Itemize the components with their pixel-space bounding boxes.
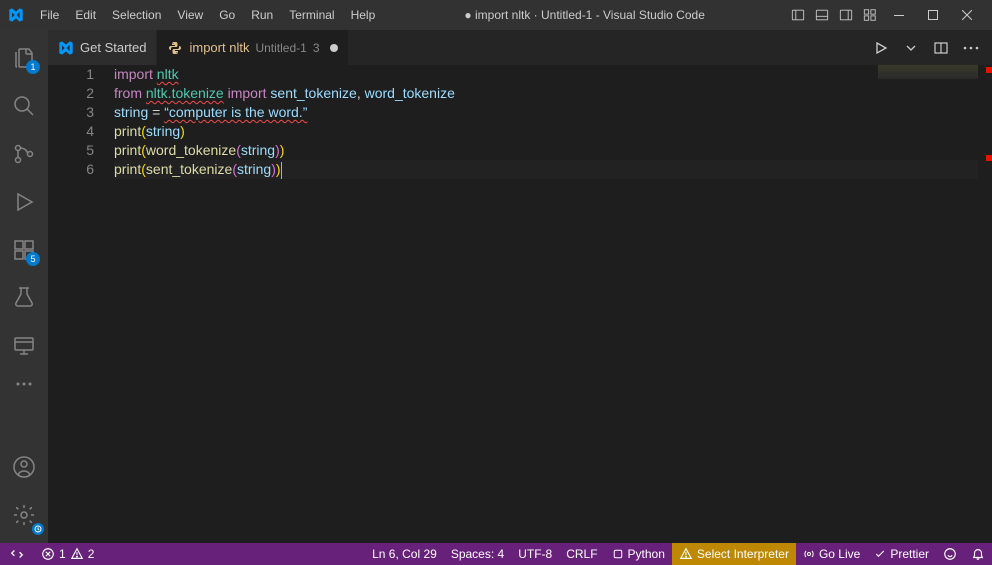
tab-get-started-label: Get Started: [80, 40, 146, 55]
window-title: ● import nltk · Untitled-1 - Visual Stud…: [383, 8, 786, 22]
more-actions-button[interactable]: [960, 37, 982, 59]
activity-testing[interactable]: [0, 274, 48, 322]
tab-get-started[interactable]: Get Started: [48, 30, 157, 65]
activity-source-control[interactable]: [0, 130, 48, 178]
activity-accounts[interactable]: [0, 443, 48, 491]
code-area[interactable]: import nltk from nltk.tokenize import se…: [114, 65, 992, 543]
menu-edit[interactable]: Edit: [67, 0, 104, 30]
status-prettier[interactable]: Prettier: [867, 543, 936, 565]
menu-help[interactable]: Help: [343, 0, 384, 30]
status-language[interactable]: Python: [605, 543, 672, 565]
error-marker: [986, 155, 992, 161]
tab-active-label: import nltk: [189, 40, 249, 55]
activity-search[interactable]: [0, 82, 48, 130]
python-file-icon: [167, 40, 183, 56]
tab-active-file[interactable]: import nltk Untitled-1 3: [157, 30, 348, 65]
activity-more[interactable]: [0, 370, 48, 398]
vscode-logo-icon: [8, 7, 24, 23]
split-editor-button[interactable]: [930, 37, 952, 59]
minimize-button[interactable]: [882, 0, 916, 30]
status-select-interpreter[interactable]: Select Interpreter: [672, 543, 796, 565]
menu-bar: File Edit Selection View Go Run Terminal…: [32, 0, 383, 30]
error-marker: [986, 67, 992, 73]
status-main: 1 2 Ln 6, Col 29 Spaces: 4 UTF-8 CRLF Py…: [34, 543, 992, 565]
status-remote-button[interactable]: [0, 543, 34, 565]
menu-go[interactable]: Go: [211, 0, 243, 30]
overview-ruler[interactable]: [978, 65, 992, 543]
vscode-icon: [58, 40, 74, 56]
status-indentation[interactable]: Spaces: 4: [444, 543, 511, 565]
line-number-gutter: 1 2 3 4 5 6: [48, 65, 114, 543]
run-dropdown-button[interactable]: [900, 37, 922, 59]
extensions-badge: 5: [26, 252, 40, 266]
editor-actions: [860, 37, 992, 59]
toggle-secondary-sidebar-button[interactable]: [834, 0, 858, 30]
customize-layout-button[interactable]: [858, 0, 882, 30]
explorer-badge: 1: [26, 60, 40, 74]
titlebar: File Edit Selection View Go Run Terminal…: [0, 0, 992, 30]
titlebar-controls: [786, 0, 984, 30]
menu-selection[interactable]: Selection: [104, 0, 169, 30]
close-button[interactable]: [950, 0, 984, 30]
minimap-content: [878, 65, 978, 79]
status-cursor-position[interactable]: Ln 6, Col 29: [365, 543, 444, 565]
status-problems[interactable]: 1 2: [34, 543, 101, 565]
toggle-panel-button[interactable]: [810, 0, 834, 30]
activity-settings[interactable]: [0, 491, 48, 539]
status-encoding[interactable]: UTF-8: [511, 543, 559, 565]
tab-bar: Get Started import nltk Untitled-1 3: [48, 30, 992, 65]
tab-active-suffix: Untitled-1: [255, 41, 306, 55]
run-file-button[interactable]: [870, 37, 892, 59]
activity-extensions[interactable]: 5: [0, 226, 48, 274]
menu-run[interactable]: Run: [243, 0, 281, 30]
activity-explorer[interactable]: 1: [0, 34, 48, 82]
main-container: 1 5: [0, 30, 992, 543]
status-notifications[interactable]: [964, 543, 992, 565]
status-feedback[interactable]: [936, 543, 964, 565]
menu-terminal[interactable]: Terminal: [281, 0, 342, 30]
editor-area: Get Started import nltk Untitled-1 3 1 2…: [48, 30, 992, 543]
toggle-sidebar-button[interactable]: [786, 0, 810, 30]
activity-remote-explorer[interactable]: [0, 322, 48, 370]
activity-bar: 1 5: [0, 30, 48, 543]
tab-active-counter: 3: [313, 41, 320, 55]
status-bar: 1 2 Ln 6, Col 29 Spaces: 4 UTF-8 CRLF Py…: [0, 543, 992, 565]
status-right: Ln 6, Col 29 Spaces: 4 UTF-8 CRLF Python…: [365, 543, 992, 565]
settings-sync-icon: [32, 523, 44, 535]
menu-file[interactable]: File: [32, 0, 67, 30]
activity-bottom: [0, 443, 48, 539]
minimap[interactable]: [878, 65, 978, 125]
tab-dirty-indicator: [330, 44, 338, 52]
status-eol[interactable]: CRLF: [559, 543, 604, 565]
activity-run-debug[interactable]: [0, 178, 48, 226]
editor-content[interactable]: 1 2 3 4 5 6 import nltk from nltk.tokeni…: [48, 65, 992, 543]
menu-view[interactable]: View: [169, 0, 211, 30]
maximize-button[interactable]: [916, 0, 950, 30]
status-go-live[interactable]: Go Live: [796, 543, 867, 565]
